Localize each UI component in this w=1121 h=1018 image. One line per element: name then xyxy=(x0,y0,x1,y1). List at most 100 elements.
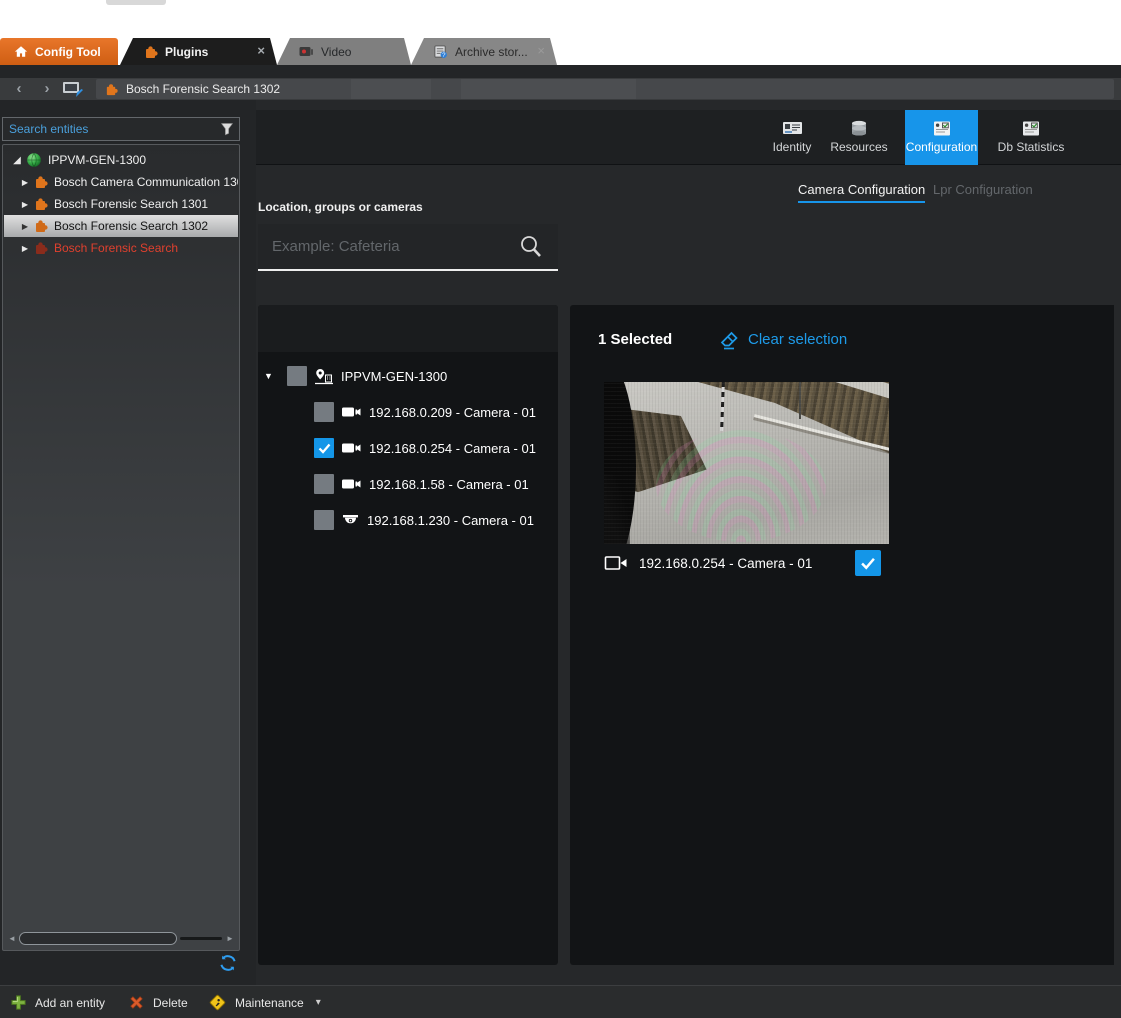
entity-sidebar: ◢ IPPVM-GEN-1300 ▶ Bosch Camera Communic… xyxy=(0,100,256,985)
tab-resources[interactable]: Resources xyxy=(826,110,892,165)
collapsed-arrow-icon[interactable]: ▶ xyxy=(18,178,32,187)
subtab-camera-configuration[interactable]: Camera Configuration xyxy=(798,182,925,197)
module-tab-label: Configuration xyxy=(906,140,977,154)
tab-config-tool[interactable]: Config Tool xyxy=(0,38,118,65)
selected-camera-checkbox[interactable] xyxy=(855,550,881,576)
tree-item-label: Bosch Forensic Search 1301 xyxy=(54,197,208,211)
plugin-puzzle-icon xyxy=(34,197,48,211)
camera-checkbox-checked[interactable] xyxy=(314,438,334,458)
collapsed-arrow-icon[interactable]: ▶ xyxy=(18,200,32,209)
tree-item-label: IPPVM-GEN-1300 xyxy=(48,153,146,167)
module-tab-label: Identity xyxy=(773,140,812,154)
scroll-left-icon[interactable]: ◄ xyxy=(7,934,17,943)
navigation-bar: ‹ › Bosch Forensic Search 1302 xyxy=(0,78,1121,100)
delete-button[interactable]: Delete xyxy=(128,986,188,1018)
hover-artifact xyxy=(461,79,636,99)
camera-tree-card: ▼ IPPVM-GEN-1300 192.168.0.209 - Camera … xyxy=(258,305,558,965)
camera-checkbox[interactable] xyxy=(314,474,334,494)
clear-selection-label: Clear selection xyxy=(748,331,847,348)
camera-thumbnail[interactable] xyxy=(604,382,889,544)
camera-checkbox[interactable] xyxy=(314,402,334,422)
delete-label: Delete xyxy=(153,996,188,1010)
camera-icon xyxy=(341,477,362,491)
window-artifact xyxy=(106,0,166,5)
camera-row-checked[interactable]: 192.168.0.254 - Camera - 01 xyxy=(314,437,536,459)
tree-item-plugin[interactable]: ▶ Bosch Forensic Search 1301 xyxy=(4,193,238,215)
camera-row[interactable]: 192.168.0.209 - Camera - 01 xyxy=(314,401,536,423)
database-icon xyxy=(850,117,868,139)
eraser-icon xyxy=(718,328,741,351)
tab-db-statistics[interactable]: Db Statistics xyxy=(986,110,1076,165)
configuration-card-icon xyxy=(932,117,952,139)
camera-label: 192.168.1.58 - Camera - 01 xyxy=(369,477,529,492)
refresh-icon[interactable] xyxy=(218,953,238,973)
video-monitor-icon xyxy=(299,46,314,58)
camera-checkbox[interactable] xyxy=(314,510,334,530)
camera-tree-header xyxy=(258,305,558,352)
dome-camera-icon xyxy=(341,513,360,528)
camera-search-box[interactable] xyxy=(258,224,558,271)
collapsed-arrow-icon[interactable]: ▶ xyxy=(18,244,32,253)
chevron-down-icon[interactable]: ▾ xyxy=(316,997,321,1008)
horizontal-scrollbar[interactable]: ◄ ► xyxy=(7,931,235,946)
app-tab-label: Config Tool xyxy=(35,45,101,59)
tab-identity[interactable]: Identity xyxy=(760,110,824,165)
server-globe-icon xyxy=(26,152,42,168)
tab-configuration[interactable]: Configuration xyxy=(905,110,978,165)
device-view-icon[interactable] xyxy=(62,81,84,98)
breadcrumb[interactable]: Bosch Forensic Search 1302 xyxy=(96,79,1114,99)
app-window: Config Tool Plugins × Video ? Archive st… xyxy=(0,0,1121,1018)
filter-funnel-icon[interactable] xyxy=(220,122,234,136)
scroll-right-icon[interactable]: ► xyxy=(225,934,235,943)
tree-item-label: Bosch Forensic Search 1302 xyxy=(54,219,208,233)
tab-archive-storage[interactable]: ? Archive stor... × xyxy=(411,38,557,65)
close-icon[interactable]: × xyxy=(257,43,265,59)
camera-search-label: Location, groups or cameras xyxy=(258,200,423,214)
close-icon[interactable]: × xyxy=(537,43,545,59)
camera-row[interactable]: 192.168.1.58 - Camera - 01 xyxy=(314,473,529,495)
collapsed-arrow-icon[interactable]: ▶ xyxy=(18,222,32,231)
tree-item-plugin[interactable]: ▶ Bosch Camera Communication 1302 xyxy=(4,171,238,193)
plugin-puzzle-icon xyxy=(34,219,48,233)
search-icon[interactable] xyxy=(518,234,544,260)
collapse-arrow-icon[interactable]: ▼ xyxy=(264,371,280,381)
puzzle-icon xyxy=(144,45,158,59)
tree-item-plugin-selected[interactable]: ▶ Bosch Forensic Search 1302 xyxy=(4,215,238,237)
configuration-content: Camera Configuration Lpr Configuration L… xyxy=(256,166,1121,985)
camera-label: 192.168.0.209 - Camera - 01 xyxy=(369,405,536,420)
camera-icon xyxy=(341,405,362,419)
home-icon xyxy=(14,45,28,58)
selected-camera-label: 192.168.0.254 - Camera - 01 xyxy=(639,556,812,571)
add-entity-label: Add an entity xyxy=(35,996,105,1010)
expanded-arrow-icon[interactable]: ◢ xyxy=(10,155,24,166)
back-button[interactable]: ‹ xyxy=(10,81,28,97)
archive-storage-icon: ? xyxy=(433,45,448,59)
camera-tree-root[interactable]: ▼ IPPVM-GEN-1300 xyxy=(264,365,447,387)
root-checkbox[interactable] xyxy=(287,366,307,386)
camera-row[interactable]: 192.168.1.230 - Camera - 01 xyxy=(314,509,534,531)
entity-search-box[interactable] xyxy=(2,117,240,141)
window-top-strip xyxy=(0,0,1121,38)
tree-item-label: Bosch Forensic Search xyxy=(54,241,178,255)
subtab-lpr-configuration[interactable]: Lpr Configuration xyxy=(933,182,1033,197)
camera-outline-icon xyxy=(604,554,629,572)
scrollbar-track[interactable] xyxy=(180,937,222,940)
app-tab-bar: Config Tool Plugins × Video ? Archive st… xyxy=(0,38,1121,65)
tree-item-label: Bosch Camera Communication 1302 xyxy=(54,175,238,189)
clear-selection-button[interactable]: Clear selection xyxy=(718,328,847,351)
scrollbar-thumb[interactable] xyxy=(19,932,177,945)
camera-label: 192.168.1.230 - Camera - 01 xyxy=(367,513,534,528)
tab-video[interactable]: Video xyxy=(277,38,411,65)
breadcrumb-title: Bosch Forensic Search 1302 xyxy=(126,82,280,96)
tree-item-plugin-error[interactable]: ▶ Bosch Forensic Search xyxy=(4,237,238,259)
entity-search-input[interactable] xyxy=(3,122,220,136)
tab-plugins[interactable]: Plugins × xyxy=(120,38,277,65)
tree-item-server[interactable]: ◢ IPPVM-GEN-1300 xyxy=(4,149,238,171)
selected-camera-caption: 192.168.0.254 - Camera - 01 xyxy=(604,548,1084,578)
add-entity-button[interactable]: Add an entity xyxy=(10,986,105,1018)
maintenance-button[interactable]: Maintenance ▾ xyxy=(208,986,321,1018)
camera-search-input[interactable] xyxy=(258,238,518,255)
subtab-active-underline xyxy=(798,201,925,203)
forward-button[interactable]: › xyxy=(38,81,56,97)
selection-card: 1 Selected Clear selection 192.168.0.25 xyxy=(570,305,1114,965)
